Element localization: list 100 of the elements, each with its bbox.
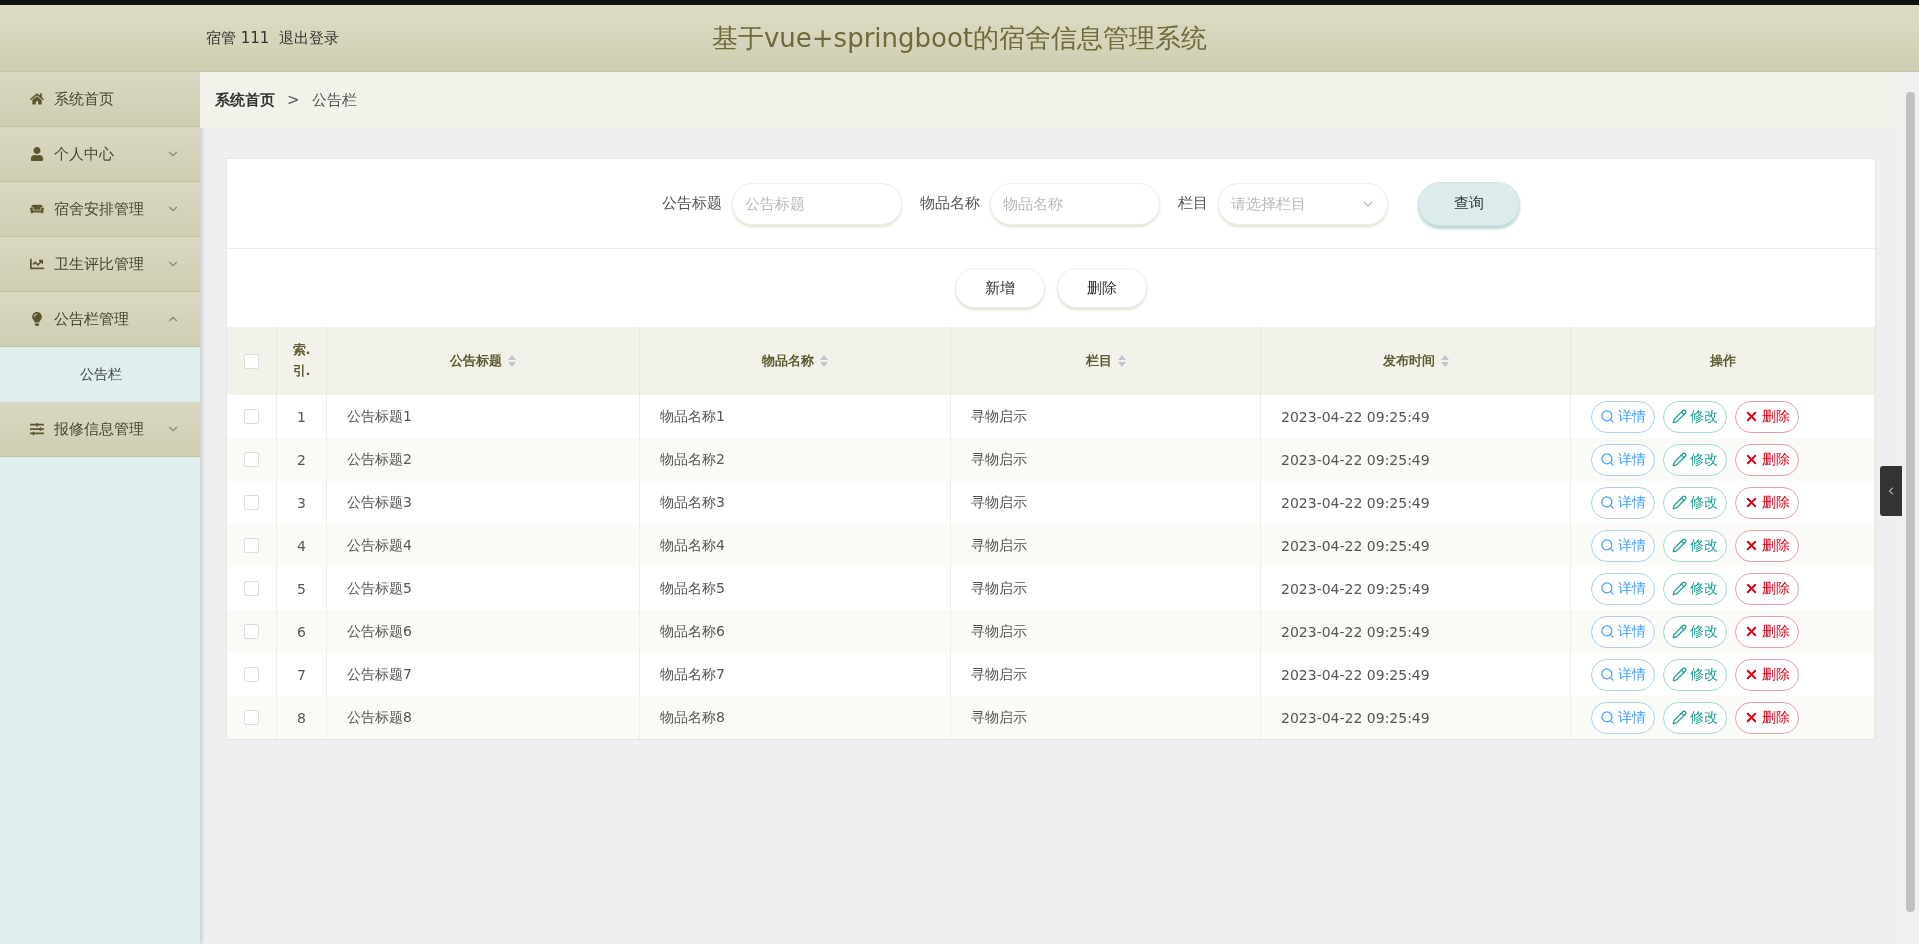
checkbox[interactable] (244, 538, 259, 553)
column-header: 发布时间 (1382, 351, 1435, 370)
pencil-icon (1672, 495, 1687, 510)
breadcrumb-separator: > (287, 91, 300, 109)
checkbox[interactable] (244, 452, 259, 467)
delete-button[interactable]: 删除 (1735, 658, 1799, 691)
column-header: 操作 (1709, 351, 1736, 370)
sort-icon[interactable] (820, 355, 828, 367)
menu-item[interactable]: 宿舍安排管理 (0, 182, 200, 237)
table-cell: 寻物启示 (971, 579, 1027, 598)
checkbox[interactable] (244, 710, 259, 725)
app-title: 基于vue+springboot的宿舍信息管理系统 (711, 21, 1208, 55)
search-icon (1600, 710, 1615, 725)
view-button[interactable]: 详情 (1591, 701, 1655, 734)
table-cell: 公告标题2 (347, 450, 412, 469)
pencil-icon (1672, 538, 1687, 553)
search-icon (1600, 667, 1615, 682)
table-cell: 物品名称3 (660, 493, 725, 512)
table-cell: 6 (297, 623, 306, 640)
edit-button[interactable]: 修改 (1663, 443, 1727, 476)
sofa-icon (30, 202, 44, 216)
input-field[interactable]: 公告标题 (732, 182, 902, 225)
table-cell: 1 (297, 408, 306, 425)
table-cell: 公告标题5 (347, 579, 412, 598)
close-icon (1744, 409, 1759, 424)
checkbox[interactable] (244, 353, 259, 369)
view-button[interactable]: 详情 (1591, 443, 1655, 476)
checkbox[interactable] (244, 581, 259, 596)
pencil-icon (1672, 581, 1687, 596)
pencil-icon (1672, 624, 1687, 639)
view-button[interactable]: 详情 (1591, 400, 1655, 433)
delete-button[interactable]: 删除 (1735, 486, 1799, 519)
user-icon (30, 147, 44, 161)
table-cell: 2023-04-22 09:25:49 (1281, 494, 1430, 511)
sort-icon[interactable] (1440, 355, 1449, 367)
table-cell: 2023-04-22 09:25:49 (1281, 666, 1430, 683)
edit-button[interactable]: 修改 (1663, 658, 1727, 691)
view-button[interactable]: 详情 (1591, 572, 1655, 605)
close-icon (1744, 495, 1759, 510)
table-cell: 寻物启示 (971, 665, 1027, 684)
menu-item[interactable]: 系统首页 (0, 72, 200, 127)
view-button[interactable]: 详情 (1591, 615, 1655, 648)
table-cell: 物品名称6 (660, 622, 725, 641)
search-icon (1600, 581, 1615, 596)
delete-button[interactable]: 删除 (1735, 615, 1799, 648)
sort-icon[interactable] (508, 355, 516, 367)
search-icon (1600, 452, 1615, 467)
edit-button[interactable]: 修改 (1663, 572, 1727, 605)
table-cell: 物品名称2 (660, 450, 725, 469)
field-label: 物品名称 (920, 194, 980, 213)
search-icon (1600, 495, 1615, 510)
table-cell: 2023-04-22 09:25:49 (1281, 623, 1430, 640)
delete-button[interactable]: 删除 (1735, 400, 1799, 433)
checkbox[interactable] (244, 409, 259, 424)
table-cell: 物品名称7 (660, 665, 725, 684)
search-button[interactable]: 查询 (1418, 181, 1520, 226)
table-cell: 2023-04-22 09:25:49 (1281, 537, 1430, 554)
checkbox[interactable] (244, 624, 259, 639)
search-icon (1600, 538, 1615, 553)
table-cell: 物品名称1 (660, 407, 725, 426)
add-button[interactable]: 新增 (955, 268, 1045, 308)
input-field[interactable]: 物品名称 (990, 182, 1160, 225)
close-icon (1744, 452, 1759, 467)
submenu-item[interactable]: 公告栏 (0, 347, 200, 402)
edit-button[interactable]: 修改 (1663, 400, 1727, 433)
checkbox[interactable] (244, 495, 259, 510)
table-cell: 4 (297, 537, 306, 554)
sort-icon[interactable] (1117, 355, 1126, 367)
delete-button[interactable]: 删除 (1735, 572, 1799, 605)
edit-button[interactable]: 修改 (1663, 615, 1727, 648)
delete-button[interactable]: 删除 (1057, 268, 1147, 308)
view-button[interactable]: 详情 (1591, 486, 1655, 519)
pencil-icon (1672, 452, 1687, 467)
pencil-icon (1672, 710, 1687, 725)
edit-button[interactable]: 修改 (1663, 486, 1727, 519)
delete-button[interactable]: 删除 (1735, 529, 1799, 562)
select-field[interactable]: 请选择栏目 (1218, 182, 1388, 225)
menu-item[interactable]: 报修信息管理 (0, 402, 200, 457)
checkbox[interactable] (244, 667, 259, 682)
table-cell: 公告标题4 (347, 536, 412, 555)
table-cell: 物品名称5 (660, 579, 725, 598)
delete-button[interactable]: 删除 (1735, 701, 1799, 734)
menu-item[interactable]: 公告栏管理 (0, 292, 200, 347)
table-cell: 物品名称4 (660, 536, 725, 555)
menu-item[interactable]: 卫生评比管理 (0, 237, 200, 292)
column-header: 物品名称 (762, 351, 814, 370)
column-header: 索.引. (291, 341, 312, 380)
logout-link[interactable]: 退出登录 (279, 28, 340, 48)
delete-button[interactable]: 删除 (1735, 443, 1799, 476)
edit-button[interactable]: 修改 (1663, 701, 1727, 734)
table-cell: 寻物启示 (971, 622, 1027, 641)
menu-item[interactable]: 个人中心 (0, 127, 200, 182)
edit-button[interactable]: 修改 (1663, 529, 1727, 562)
side-panel-toggle[interactable] (1880, 466, 1902, 516)
breadcrumb-item[interactable]: 系统首页 (215, 90, 275, 110)
table-cell: 公告标题8 (347, 708, 412, 727)
chart-icon (30, 257, 44, 271)
user-name: 宿管 111 (206, 28, 270, 48)
view-button[interactable]: 详情 (1591, 529, 1655, 562)
view-button[interactable]: 详情 (1591, 658, 1655, 691)
